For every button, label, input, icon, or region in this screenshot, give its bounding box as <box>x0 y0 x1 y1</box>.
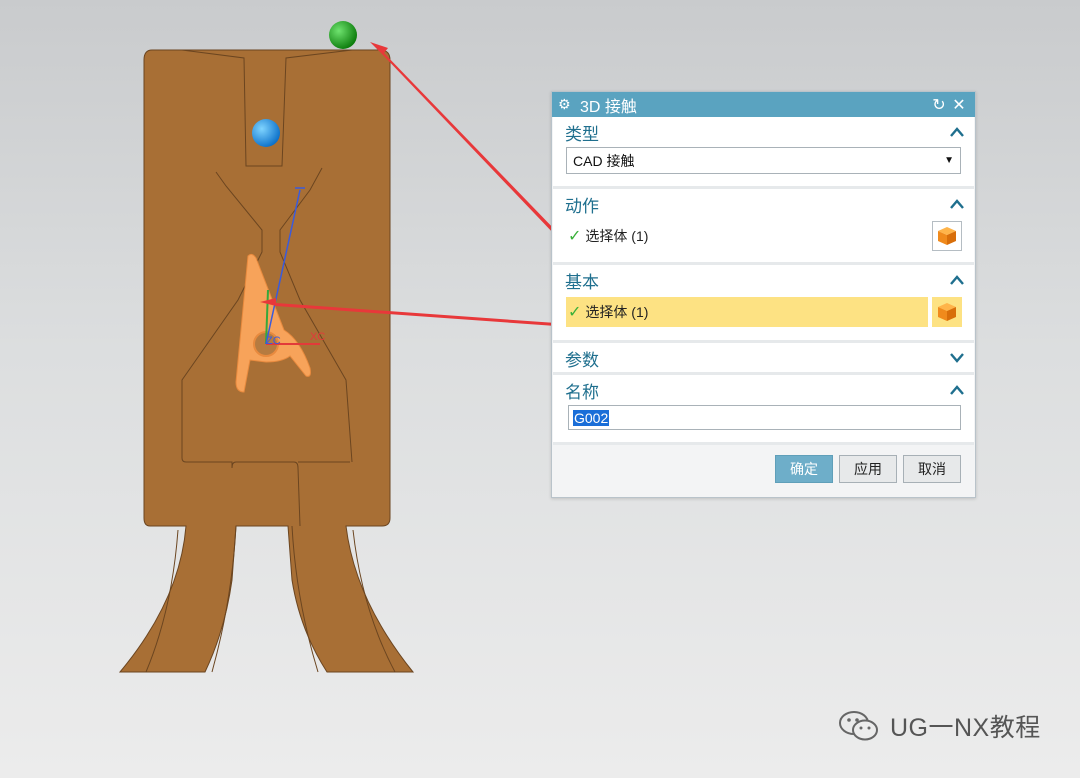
cube-icon <box>938 227 956 245</box>
section-name-title: 名称 <box>565 382 599 402</box>
section-type-title: 类型 <box>565 124 599 144</box>
reset-icon[interactable]: ↻ <box>929 95 949 115</box>
select-body-cube-button[interactable] <box>932 221 962 251</box>
name-input[interactable]: G002 <box>568 405 961 430</box>
select-body-cube-button[interactable] <box>932 297 962 327</box>
3d-contact-dialog: ⚙ 3D 接触 ↻ ✕ 类型 CAD 接触 ▼ 动作 ✓ 选择体 (1) 基本 … <box>551 91 976 498</box>
contact-point-blue-sphere[interactable] <box>252 119 280 147</box>
basic-select-body-row[interactable]: ✓ 选择体 (1) <box>566 295 962 329</box>
section-params: 参数 <box>553 343 974 375</box>
name-input-value: G002 <box>573 409 610 426</box>
ok-button[interactable]: 确定 <box>775 455 833 483</box>
check-icon: ✓ <box>568 228 582 245</box>
axis-label-x: XC <box>310 331 325 343</box>
dropdown-arrow-icon[interactable]: ▼ <box>944 155 954 166</box>
section-basic: 基本 ✓ 选择体 (1) <box>553 265 974 343</box>
action-select-body-label: 选择体 (1) <box>585 228 649 244</box>
apply-button[interactable]: 应用 <box>839 455 897 483</box>
chevron-up-icon[interactable] <box>950 125 964 139</box>
section-params-header[interactable]: 参数 <box>553 343 974 373</box>
chevron-up-icon[interactable] <box>950 273 964 287</box>
close-icon[interactable]: ✕ <box>949 95 969 115</box>
cube-icon <box>938 303 956 321</box>
section-name-header[interactable]: 名称 <box>553 375 974 405</box>
section-action: 动作 ✓ 选择体 (1) <box>553 189 974 265</box>
dialog-title: 3D 接触 <box>580 98 637 116</box>
section-type-header[interactable]: 类型 <box>553 117 974 147</box>
section-basic-header[interactable]: 基本 <box>553 265 974 295</box>
gear-icon[interactable]: ⚙ <box>558 96 576 113</box>
basic-select-body-label: 选择体 (1) <box>585 304 649 320</box>
section-action-header[interactable]: 动作 <box>553 189 974 219</box>
cancel-button[interactable]: 取消 <box>903 455 961 483</box>
chevron-up-icon[interactable] <box>950 197 964 211</box>
wechat-icon <box>839 711 878 741</box>
section-name: 名称 G002 <box>553 375 974 445</box>
check-icon: ✓ <box>568 304 582 321</box>
type-dropdown[interactable]: CAD 接触 ▼ <box>566 147 961 174</box>
section-action-title: 动作 <box>565 196 599 216</box>
section-params-title: 参数 <box>565 350 599 370</box>
axis-label-z: ZC <box>266 335 281 347</box>
action-select-body-row[interactable]: ✓ 选择体 (1) <box>566 219 962 253</box>
chevron-down-icon[interactable] <box>950 351 964 365</box>
section-type: 类型 CAD 接触 ▼ <box>553 117 974 189</box>
dialog-footer: 确定 应用 取消 <box>552 445 975 483</box>
dialog-titlebar: ⚙ 3D 接触 ↻ ✕ <box>552 92 975 117</box>
watermark-text: UG一NX教程 <box>890 714 1041 742</box>
watermark: UG一NX教程 <box>838 708 1041 744</box>
annotation-arrow-top <box>370 42 558 236</box>
section-basic-title: 基本 <box>565 272 599 292</box>
contact-point-green-sphere[interactable] <box>329 21 357 49</box>
type-dropdown-value: CAD 接触 <box>573 152 635 169</box>
chevron-up-icon[interactable] <box>950 383 964 397</box>
